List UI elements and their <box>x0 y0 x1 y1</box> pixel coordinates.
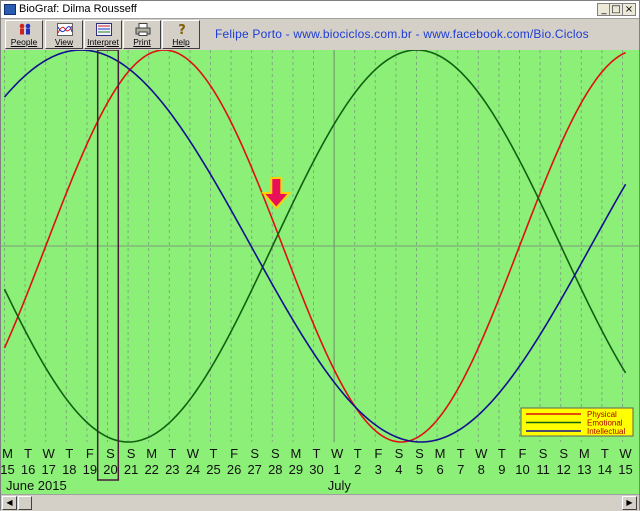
day-letter-label: S <box>127 446 136 461</box>
biorhythm-chart[interactable]: PhysicalEmotionalIntellectual M15T16W17T… <box>1 50 639 494</box>
day-letter-label: T <box>168 446 176 461</box>
day-number-label: 10 <box>515 462 529 477</box>
svg-text:?: ? <box>178 23 186 36</box>
day-letter-label: F <box>374 446 382 461</box>
day-letter-label: S <box>395 446 404 461</box>
day-letter-label: W <box>187 446 200 461</box>
printer-icon <box>135 23 151 36</box>
day-letter-label: S <box>250 446 259 461</box>
view-chart-icon <box>57 23 73 36</box>
credit-text: Felipe Porto - www.biociclos.com.br - ww… <box>215 27 589 41</box>
window-title: BioGraf: Dilma Rousseff <box>19 3 137 15</box>
day-number-label: 2 <box>354 462 361 477</box>
day-letter-label: M <box>290 446 301 461</box>
day-number-label: 19 <box>83 462 97 477</box>
day-number-label: 7 <box>457 462 464 477</box>
day-number-label: 30 <box>309 462 323 477</box>
day-letter-label: T <box>313 446 321 461</box>
maximize-button[interactable]: □ <box>609 3 623 16</box>
day-letter-label: T <box>24 446 32 461</box>
month-label: July <box>328 478 352 493</box>
day-number-label: 6 <box>436 462 443 477</box>
day-number-label: 5 <box>416 462 423 477</box>
day-letter-label: M <box>146 446 157 461</box>
day-number-label: 22 <box>144 462 158 477</box>
day-letter-label: T <box>498 446 506 461</box>
legend-label-intellectual: Intellectual <box>587 427 625 436</box>
day-letter-label: T <box>457 446 465 461</box>
interpret-button-label: Interpret <box>87 37 119 47</box>
day-number-label: 23 <box>165 462 179 477</box>
day-letter-label: M <box>579 446 590 461</box>
day-letter-label: S <box>271 446 280 461</box>
day-letter-label: M <box>2 446 13 461</box>
day-number-label: 16 <box>21 462 35 477</box>
people-icon <box>19 23 31 35</box>
day-number-label: 8 <box>478 462 485 477</box>
day-number-label: 28 <box>268 462 282 477</box>
view-button-label: View <box>54 37 74 47</box>
close-button[interactable]: × <box>622 3 636 16</box>
people-button[interactable]: People <box>5 20 43 49</box>
day-number-label: 12 <box>556 462 570 477</box>
day-number-label: 9 <box>498 462 505 477</box>
day-letter-label: T <box>210 446 218 461</box>
horizontal-scrollbar[interactable]: ◀ ▶ <box>1 494 639 511</box>
day-number-label: 26 <box>227 462 241 477</box>
month-label: June 2015 <box>6 478 67 493</box>
people-button-label: People <box>10 37 38 47</box>
day-letter-label: W <box>475 446 488 461</box>
day-letter-label: W <box>331 446 344 461</box>
day-letter-label: T <box>601 446 609 461</box>
interpret-button[interactable]: Interpret <box>84 20 122 49</box>
day-letter-label: M <box>435 446 446 461</box>
scroll-right-arrow-icon[interactable]: ▶ <box>622 496 637 510</box>
day-number-label: 17 <box>41 462 55 477</box>
day-number-label: 15 <box>618 462 632 477</box>
print-button-label: Print <box>133 37 151 47</box>
biograf-window: BioGraf: Dilma Rousseff _ □ × People Vie… <box>0 0 640 511</box>
day-letter-label: F <box>519 446 527 461</box>
day-letter-label: S <box>539 446 548 461</box>
day-letter-label: W <box>43 446 56 461</box>
day-number-label: 1 <box>333 462 340 477</box>
app-icon <box>4 4 16 15</box>
title-bar[interactable]: BioGraf: Dilma Rousseff _ □ × <box>1 1 639 19</box>
help-button-label: Help <box>172 37 190 47</box>
toolbar: People View Interpret Print ? Help Felip… <box>1 19 639 50</box>
legend: PhysicalEmotionalIntellectual <box>520 407 634 437</box>
day-number-label: 24 <box>186 462 200 477</box>
day-number-label: 15 <box>1 462 15 477</box>
day-number-label: 18 <box>62 462 76 477</box>
day-letter-label: S <box>106 446 115 461</box>
scroll-thumb[interactable] <box>18 496 32 510</box>
day-number-label: 20 <box>103 462 117 477</box>
view-button[interactable]: View <box>45 20 83 49</box>
print-button[interactable]: Print <box>123 20 161 49</box>
day-letter-label: S <box>415 446 424 461</box>
day-letter-label: F <box>230 446 238 461</box>
day-letter-label: W <box>619 446 632 461</box>
help-icon: ? <box>178 23 186 36</box>
day-number-label: 13 <box>577 462 591 477</box>
interpret-icon <box>96 23 112 36</box>
day-number-label: 11 <box>536 462 550 477</box>
day-number-label: 29 <box>289 462 303 477</box>
day-letter-label: T <box>354 446 362 461</box>
day-number-label: 3 <box>375 462 382 477</box>
day-number-label: 27 <box>247 462 261 477</box>
day-number-label: 21 <box>124 462 138 477</box>
day-letter-label: F <box>86 446 94 461</box>
help-button[interactable]: ? Help <box>162 20 200 49</box>
day-number-label: 4 <box>395 462 402 477</box>
day-number-label: 25 <box>206 462 220 477</box>
day-number-label: 14 <box>598 462 612 477</box>
scroll-left-arrow-icon[interactable]: ◀ <box>2 496 17 510</box>
day-letter-label: T <box>65 446 73 461</box>
day-letter-label: S <box>559 446 568 461</box>
